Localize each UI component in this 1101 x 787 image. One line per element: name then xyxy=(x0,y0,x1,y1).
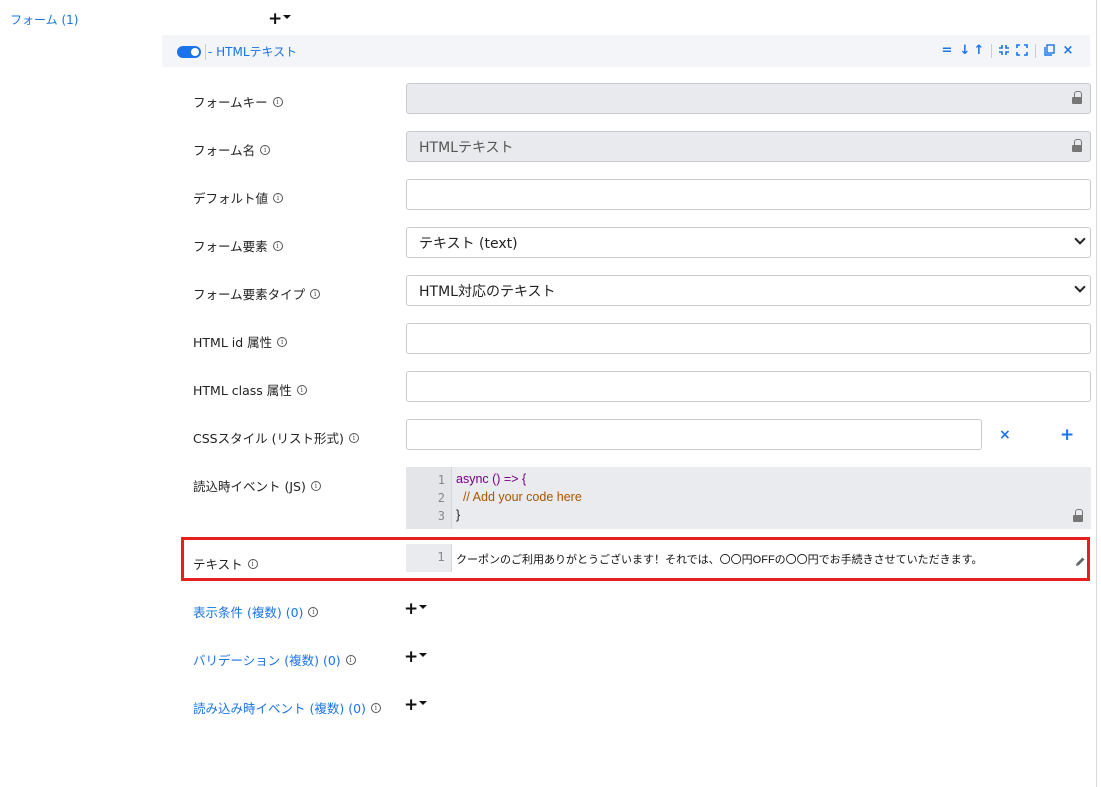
scrollbar-track xyxy=(1096,0,1097,787)
chevron-down-icon xyxy=(419,700,428,705)
chevron-down-icon xyxy=(1074,233,1086,245)
load-events-link[interactable]: 読み込み時イベント (複数) (0) i xyxy=(193,698,381,717)
default-value-label: デフォルト値 i xyxy=(193,188,284,207)
html-class-label: HTML class 属性 i xyxy=(193,380,307,399)
load-event-code-editor: 1 2 3 async () => { // Add your code her… xyxy=(406,467,1091,529)
form-element-type-label: フォーム要素タイプ i xyxy=(193,284,321,303)
code-line: // Add your code here xyxy=(456,490,582,504)
chevron-down-icon xyxy=(419,652,428,657)
collapse-icon[interactable] xyxy=(997,44,1011,58)
chevron-down-icon xyxy=(1074,281,1086,293)
info-icon[interactable]: i xyxy=(310,288,321,299)
move-up-icon[interactable]: ↑ xyxy=(972,44,986,58)
edit-icon[interactable] xyxy=(1075,552,1086,566)
info-icon[interactable]: i xyxy=(247,558,258,569)
validation-link[interactable]: バリデーション (複数) (0) i xyxy=(193,650,356,669)
info-icon[interactable]: i xyxy=(308,606,319,617)
code-line: async () => { xyxy=(456,472,527,486)
form-key-field xyxy=(406,83,1091,114)
conditions-link[interactable]: 表示条件 (複数) (0) i xyxy=(193,602,319,621)
divider xyxy=(1035,44,1036,58)
expand-icon[interactable] xyxy=(1015,44,1029,58)
plus-icon: + xyxy=(404,695,419,715)
info-icon[interactable]: i xyxy=(348,432,359,443)
info-icon[interactable]: i xyxy=(272,96,283,107)
plus-icon: + xyxy=(404,647,419,667)
text-label: テキスト i xyxy=(193,554,258,573)
html-id-label: HTML id 属性 i xyxy=(193,332,288,351)
enable-toggle[interactable] xyxy=(177,46,201,58)
info-icon[interactable]: i xyxy=(272,240,283,251)
add-validation-dropdown[interactable]: + xyxy=(404,647,428,667)
info-icon[interactable]: i xyxy=(296,384,307,395)
add-form-dropdown[interactable]: + xyxy=(268,9,292,29)
form-name-field: HTMLテキスト xyxy=(406,131,1091,162)
info-icon[interactable]: i xyxy=(260,144,271,155)
code-line: } xyxy=(456,508,461,522)
form-element-label: フォーム要素 i xyxy=(193,236,283,255)
info-icon[interactable]: i xyxy=(273,192,284,203)
lock-icon xyxy=(1072,139,1082,153)
html-id-input[interactable] xyxy=(406,323,1091,354)
divider xyxy=(205,44,206,60)
form-name-label: フォーム名 i xyxy=(193,140,271,159)
text-editor[interactable]: 1 クーポンのご利用ありがとうございます！それでは、〇〇円OFFの〇〇円でお手続… xyxy=(406,544,1086,572)
line-number: 3 xyxy=(437,509,445,523)
line-number-gutter: 1 xyxy=(406,544,452,572)
divider xyxy=(991,44,992,58)
form-key-label: フォームキー i xyxy=(193,92,283,111)
css-style-label: CSSスタイル (リスト形式) i xyxy=(193,428,359,447)
load-event-label: 読込時イベント (JS) i xyxy=(193,476,321,495)
form-element-type-select[interactable]: HTML対応のテキスト xyxy=(406,275,1091,306)
plus-icon: + xyxy=(268,9,283,29)
add-css-button[interactable]: + xyxy=(1060,425,1074,445)
default-value-input[interactable] xyxy=(406,179,1091,210)
info-icon[interactable]: i xyxy=(277,336,288,347)
clear-css-button[interactable]: × xyxy=(999,427,1011,443)
form-list-link[interactable]: フォーム (1) xyxy=(10,11,78,28)
info-icon[interactable]: i xyxy=(370,702,381,713)
line-number: 1 xyxy=(437,473,445,487)
info-icon[interactable]: i xyxy=(310,480,321,491)
chevron-down-icon xyxy=(419,604,428,609)
add-condition-dropdown[interactable]: + xyxy=(404,599,428,619)
move-down-icon[interactable]: ↓ xyxy=(958,44,972,58)
line-number: 2 xyxy=(437,491,445,505)
lock-icon xyxy=(1073,509,1083,523)
line-number-gutter: 1 2 3 xyxy=(406,467,452,529)
plus-icon: + xyxy=(404,599,419,619)
form-item-title[interactable]: - HTMLテキスト xyxy=(208,43,297,60)
form-element-select[interactable]: テキスト (text) xyxy=(406,227,1091,258)
copy-icon[interactable] xyxy=(1042,44,1056,58)
lock-icon xyxy=(1072,91,1082,105)
info-icon[interactable]: i xyxy=(345,654,356,665)
drag-handle-icon[interactable]: = xyxy=(940,44,954,58)
close-icon[interactable]: × xyxy=(1061,44,1075,58)
chevron-down-icon xyxy=(283,14,292,19)
text-content: クーポンのご利用ありがとうございます！それでは、〇〇円OFFの〇〇円でお手続きさ… xyxy=(456,554,983,566)
add-load-event-dropdown[interactable]: + xyxy=(404,695,428,715)
html-class-input[interactable] xyxy=(406,371,1091,402)
line-number: 1 xyxy=(437,550,445,564)
css-style-input[interactable] xyxy=(406,419,982,450)
